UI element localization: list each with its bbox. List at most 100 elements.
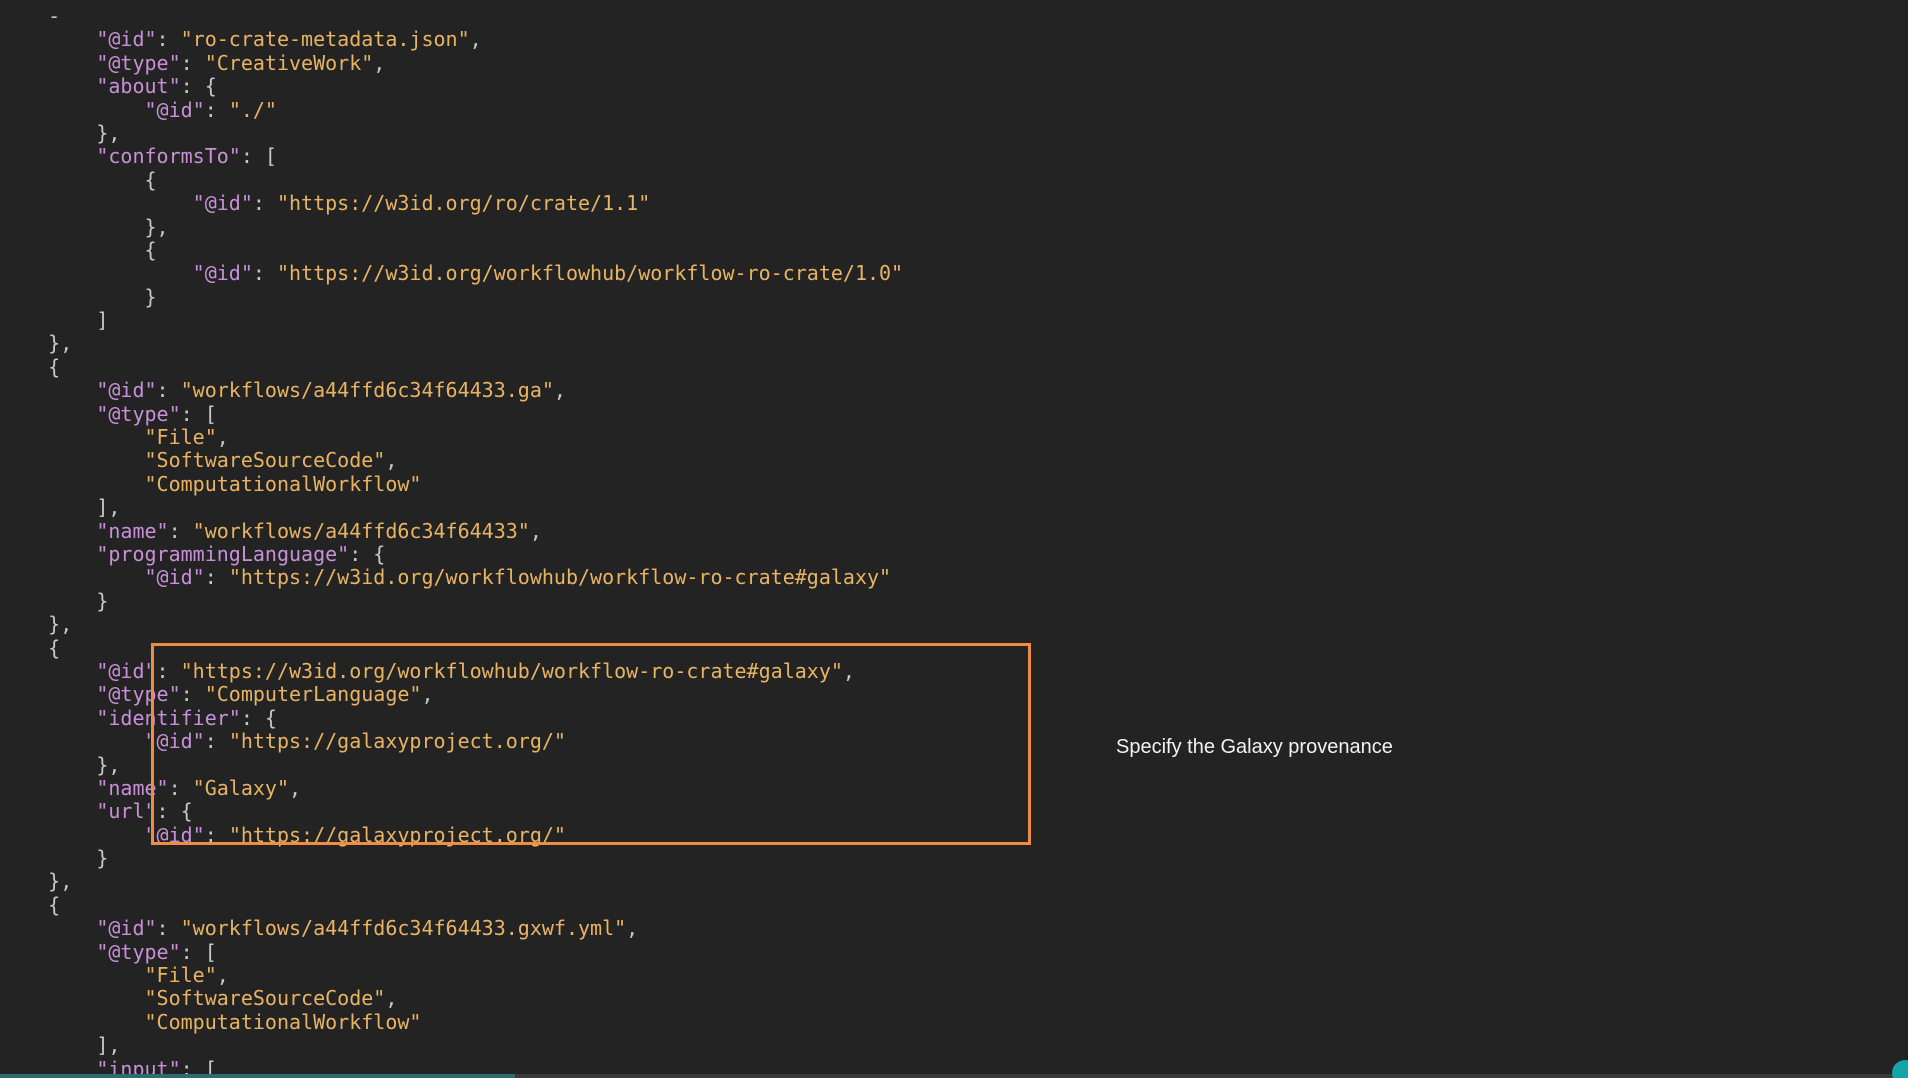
json-punctuation-token xyxy=(0,776,96,800)
json-key-token: "input" xyxy=(96,1056,181,1075)
code-line: }, xyxy=(0,121,1120,145)
code-line: "@type": "ComputerLanguage", xyxy=(0,683,1120,706)
code-line: { xyxy=(0,167,1120,192)
json-key-token: "@id" xyxy=(144,729,205,754)
json-string-token: "https://w3id.org/ro/crate/1.1" xyxy=(276,191,651,216)
json-punctuation-token xyxy=(0,425,145,449)
json-key-token: "@id" xyxy=(96,916,157,941)
json-punctuation-token: ], xyxy=(0,1033,121,1058)
json-punctuation-token: } xyxy=(0,588,109,613)
json-punctuation-token: , xyxy=(469,27,482,52)
json-punctuation-token: : xyxy=(180,682,205,707)
json-string-token: "File" xyxy=(144,963,217,988)
video-progress-bar[interactable] xyxy=(0,1060,1908,1078)
json-punctuation-token: ] xyxy=(0,308,109,333)
json-key-token: "@type" xyxy=(96,50,181,75)
json-string-token: "workflows/a44ffd6c34f64433.ga" xyxy=(180,378,554,403)
json-punctuation-token xyxy=(0,472,145,496)
json-punctuation-token xyxy=(0,940,96,964)
json-string-token: "ro-crate-metadata.json" xyxy=(180,27,470,52)
json-key-token: "programmingLanguage" xyxy=(96,541,350,566)
json-punctuation-token xyxy=(0,5,48,28)
json-punctuation-token: { xyxy=(0,237,157,262)
json-key-token: "@id" xyxy=(96,658,157,683)
code-line: { xyxy=(0,636,1120,660)
json-string-token: "https://w3id.org/workflowhub/workflow-r… xyxy=(180,658,843,683)
json-punctuation-token: : [ xyxy=(180,1056,217,1075)
scrub-handle[interactable] xyxy=(1892,1060,1908,1078)
json-punctuation-token: , xyxy=(373,50,386,75)
code-line: "about": { xyxy=(0,74,1120,99)
json-punctuation-token: : { xyxy=(349,541,386,566)
json-punctuation-token: : xyxy=(204,822,229,847)
code-line: "@id": "https://w3id.org/ro/crate/1.1" xyxy=(0,191,1120,216)
code-line: "@type": [ xyxy=(0,939,1120,964)
json-punctuation-token: , xyxy=(421,682,434,707)
code-line: "File", xyxy=(0,425,1120,450)
json-punctuation-token xyxy=(0,799,96,823)
json-punctuation-token: : xyxy=(252,191,277,216)
json-punctuation-token: }, xyxy=(0,752,121,777)
json-punctuation-token: { xyxy=(0,892,61,917)
code-line: }, xyxy=(0,612,1120,637)
json-punctuation-token xyxy=(0,565,145,589)
code-line: "name": "Galaxy", xyxy=(0,776,1120,800)
json-key-token: "@id" xyxy=(144,565,205,590)
code-line: "ComputationalWorkflow" xyxy=(0,472,1120,496)
code-line: } xyxy=(0,284,1120,309)
json-punctuation-token: }, xyxy=(0,612,73,637)
code-line: "SoftwareSourceCode", xyxy=(0,449,1120,472)
json-punctuation-token xyxy=(0,402,96,426)
code-line: "@type": "CreativeWork", xyxy=(0,50,1120,75)
json-punctuation-token xyxy=(0,519,96,543)
json-key-token: "name" xyxy=(96,518,169,543)
json-punctuation-token: : [ xyxy=(180,939,217,964)
code-line: "@id": "workflows/a44ffd6c34f64433.ga", xyxy=(0,379,1120,402)
json-string-token: "ComputationalWorkflow" xyxy=(144,1009,422,1034)
json-punctuation-token: { xyxy=(0,354,61,379)
json-key-token: "conformsTo" xyxy=(96,144,241,169)
json-punctuation-token xyxy=(0,378,96,402)
code-line: "programmingLanguage": { xyxy=(0,541,1120,566)
json-punctuation-token: : xyxy=(180,50,205,75)
json-key-token: "@id" xyxy=(144,822,205,847)
json-punctuation-token xyxy=(0,823,145,847)
json-string-token: "SoftwareSourceCode" xyxy=(144,448,386,473)
code-line: { xyxy=(0,892,1120,917)
json-punctuation-token: : xyxy=(156,27,181,52)
code-line: "@id": "https://w3id.org/workflowhub/wor… xyxy=(0,658,1120,683)
json-punctuation-token xyxy=(0,27,96,51)
json-punctuation-token: { xyxy=(0,167,157,192)
code-line: "identifier": { xyxy=(0,706,1120,730)
code-line: "@id": "https://w3id.org/workflowhub/wor… xyxy=(0,262,1120,285)
json-punctuation-token: : { xyxy=(156,799,193,824)
json-key-token: "@id" xyxy=(192,191,253,216)
json-punctuation-token: , xyxy=(216,963,229,988)
json-string-token: "File" xyxy=(144,425,217,450)
json-key-token: "@id" xyxy=(96,378,157,403)
code-line: { xyxy=(0,237,1120,262)
code-line: - xyxy=(0,5,1120,28)
json-punctuation-token xyxy=(0,659,96,683)
code-line: "@id": "https://galaxyproject.org/" xyxy=(0,729,1120,754)
code-line: "@id": "ro-crate-metadata.json", xyxy=(0,28,1120,51)
json-punctuation-token: : xyxy=(204,97,229,122)
json-punctuation-token xyxy=(0,729,145,753)
json-punctuation-token: } xyxy=(0,284,157,309)
annotation-caption: Specify the Galaxy provenance xyxy=(1116,736,1393,758)
json-string-token: "https://galaxyproject.org/" xyxy=(228,822,566,847)
json-punctuation-token: : { xyxy=(180,74,217,99)
code-line: "SoftwareSourceCode", xyxy=(0,987,1120,1010)
code-line: "@id": "workflows/a44ffd6c34f64433.gxwf.… xyxy=(0,917,1120,940)
json-string-token: "https://w3id.org/workflowhub/workflow-r… xyxy=(228,565,892,590)
json-key-token: "@type" xyxy=(96,401,181,426)
json-key-token: "@id" xyxy=(192,261,253,286)
code-line: }, xyxy=(0,332,1120,355)
json-punctuation-token: }, xyxy=(0,331,73,356)
json-punctuation-token xyxy=(0,74,96,98)
code-line: "File", xyxy=(0,963,1120,988)
json-key-token: "@type" xyxy=(96,939,181,964)
json-punctuation-token xyxy=(0,261,193,285)
json-key-token: "about" xyxy=(96,74,181,99)
code-line: "ComputationalWorkflow" xyxy=(0,1009,1120,1034)
